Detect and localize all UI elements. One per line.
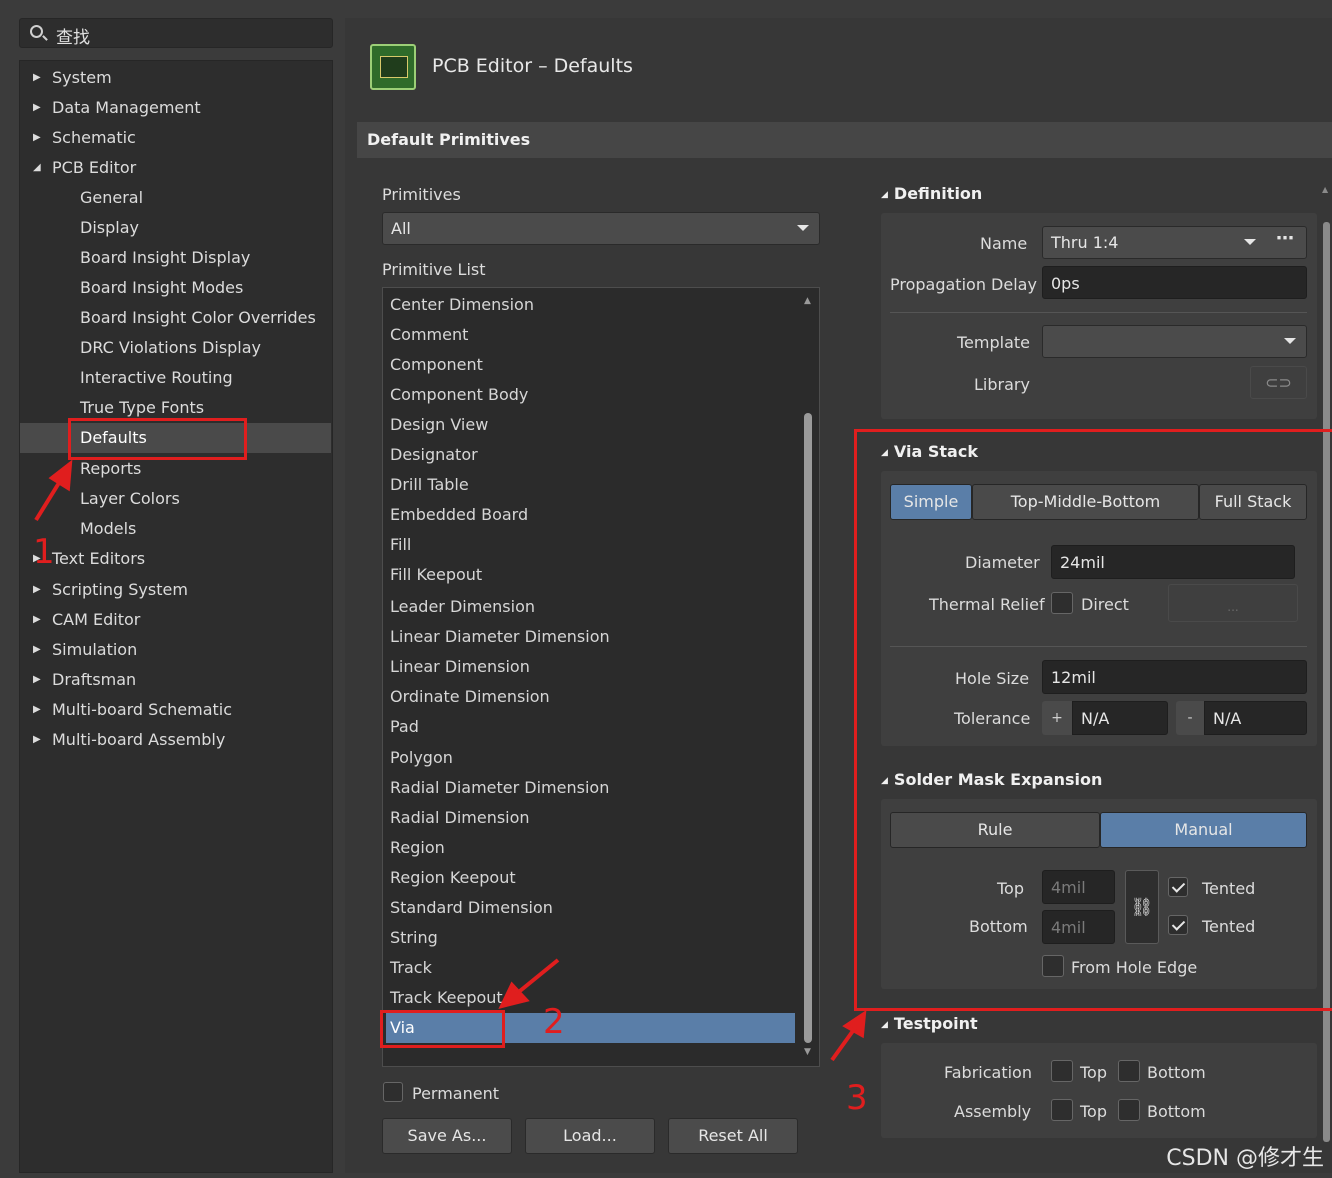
- annotation-arrows: [34, 459, 867, 1062]
- annotation-arrow-1: [34, 476, 64, 522]
- annotation-arrowhead-1: [48, 459, 73, 492]
- annotation-arrowhead-3: [842, 1010, 867, 1039]
- annotation-arrow-3: [830, 1026, 857, 1062]
- annotation-arrow-2: [513, 958, 560, 997]
- watermark: CSDN @修才生: [1166, 1146, 1324, 1171]
- annotation-number-1: 1: [33, 532, 55, 572]
- annotation-number-3: 3: [846, 1078, 868, 1118]
- annotation-number-2: 2: [543, 1002, 565, 1042]
